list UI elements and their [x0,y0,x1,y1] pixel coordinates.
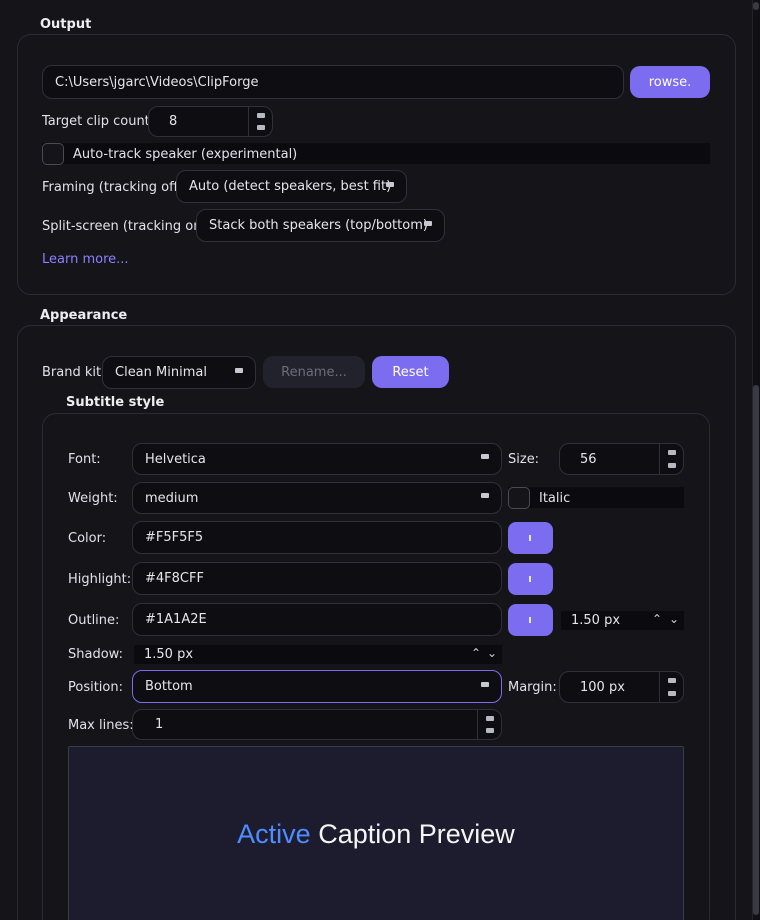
weight-select[interactable]: medium [132,482,502,514]
browse-button[interactable]: rowse. [630,66,710,98]
max-lines-value: 1 [155,717,164,732]
reset-button[interactable]: Reset [372,356,449,388]
dropdown-arrow-icon [386,181,394,187]
brand-kit-value: Clean Minimal [115,365,207,380]
weight-label: Weight: [68,491,118,506]
learn-more-link[interactable]: Learn more... [42,252,129,267]
preview-rest-text: Caption Preview [310,819,515,849]
scrollbar-top-thumb[interactable] [753,2,759,10]
brand-kit-label: Brand kit: [42,365,106,380]
highlight-label: Highlight: [68,572,132,587]
picker-icon [529,617,531,623]
size-stepper[interactable] [659,444,683,474]
dropdown-arrow-icon [481,681,489,687]
font-label: Font: [68,452,101,467]
output-path-input[interactable]: C:\Users\jgarc\Videos\ClipForge [42,65,624,99]
split-screen-label: Split-screen (tracking on): [42,219,211,234]
position-value: Bottom [145,679,193,694]
preview-caption-text: Active Caption Preview [69,819,683,850]
chevron-down-icon[interactable]: ⌄ [487,646,497,660]
outline-width-spinbox[interactable]: 1.50 px ⌃ ⌄ [561,611,684,630]
italic-label[interactable]: Italic [539,491,570,506]
italic-row[interactable] [508,487,684,508]
preview-highlight-word: Active [237,819,311,849]
margin-spinbox[interactable]: 100 px [559,671,684,703]
highlight-input[interactable]: #4F8CFF [132,562,502,595]
max-lines-spinbox[interactable]: 1 [132,709,502,740]
outline-input[interactable]: #1A1A2E [132,603,502,636]
increment-icon[interactable] [668,678,676,683]
scrollbar-thumb[interactable] [753,385,759,915]
margin-label: Margin: [508,680,557,695]
outline-width-value: 1.50 px [571,613,621,628]
decrement-icon[interactable] [668,691,676,696]
color-picker-button[interactable] [508,522,553,554]
autotrack-checkbox[interactable] [42,143,64,165]
italic-checkbox[interactable] [508,487,530,509]
autotrack-label[interactable]: Auto-track speaker (experimental) [73,147,297,162]
decrement-icon[interactable] [257,125,265,131]
chevron-down-icon[interactable]: ⌄ [669,612,679,626]
framing-select[interactable]: Auto (detect speakers, best fit) [176,170,407,203]
clip-count-label: Target clip count: [42,114,155,129]
chevron-up-icon[interactable]: ⌃ [471,646,481,660]
size-spinbox[interactable]: 56 [559,443,684,475]
color-input[interactable]: #F5F5F5 [132,521,502,554]
outline-label: Outline: [68,613,120,628]
subtitle-style-title: Subtitle style [66,395,165,410]
max-lines-stepper[interactable] [477,710,501,739]
size-value: 56 [580,451,597,467]
caption-preview: Active Caption Preview [68,746,684,920]
split-screen-select[interactable]: Stack both speakers (top/bottom) [196,209,445,242]
dropdown-arrow-icon [235,367,243,373]
rename-button[interactable]: Rename... [263,356,365,388]
highlight-picker-button[interactable] [508,563,553,595]
clip-count-stepper[interactable] [248,107,272,136]
outline-picker-button[interactable] [508,604,553,636]
scrollbar[interactable] [752,0,760,920]
dropdown-arrow-icon [481,454,489,459]
shadow-label: Shadow: [68,647,123,662]
dropdown-arrow-icon [481,493,489,498]
increment-icon[interactable] [668,450,676,455]
appearance-group-title: Appearance [40,308,128,323]
framing-label: Framing (tracking off): [42,180,188,195]
clip-count-value: 8 [169,114,178,129]
split-screen-value: Stack both speakers (top/bottom) [209,218,428,233]
font-select[interactable]: Helvetica [132,443,502,475]
position-select[interactable]: Bottom [132,670,502,703]
output-group-title: Output [40,17,92,32]
size-label: Size: [508,452,540,467]
increment-icon[interactable] [486,715,494,721]
margin-stepper[interactable] [659,672,683,702]
margin-value: 100 px [580,679,625,695]
picker-icon [529,576,531,582]
dropdown-arrow-icon [424,220,432,226]
max-lines-label: Max lines: [68,718,134,733]
color-label: Color: [68,531,107,546]
position-label: Position: [68,680,123,695]
weight-value: medium [145,490,199,506]
font-value: Helvetica [145,451,206,467]
shadow-value: 1.50 px [144,647,194,662]
framing-value: Auto (detect speakers, best fit) [189,179,392,194]
increment-icon[interactable] [257,112,265,118]
chevron-up-icon[interactable]: ⌃ [652,612,662,626]
clip-count-spinbox[interactable]: 8 [148,106,273,137]
picker-icon [529,535,531,541]
brand-kit-select[interactable]: Clean Minimal [102,356,256,389]
decrement-icon[interactable] [668,463,676,468]
decrement-icon[interactable] [486,728,494,734]
shadow-spinbox[interactable]: 1.50 px ⌃ ⌄ [134,645,502,664]
